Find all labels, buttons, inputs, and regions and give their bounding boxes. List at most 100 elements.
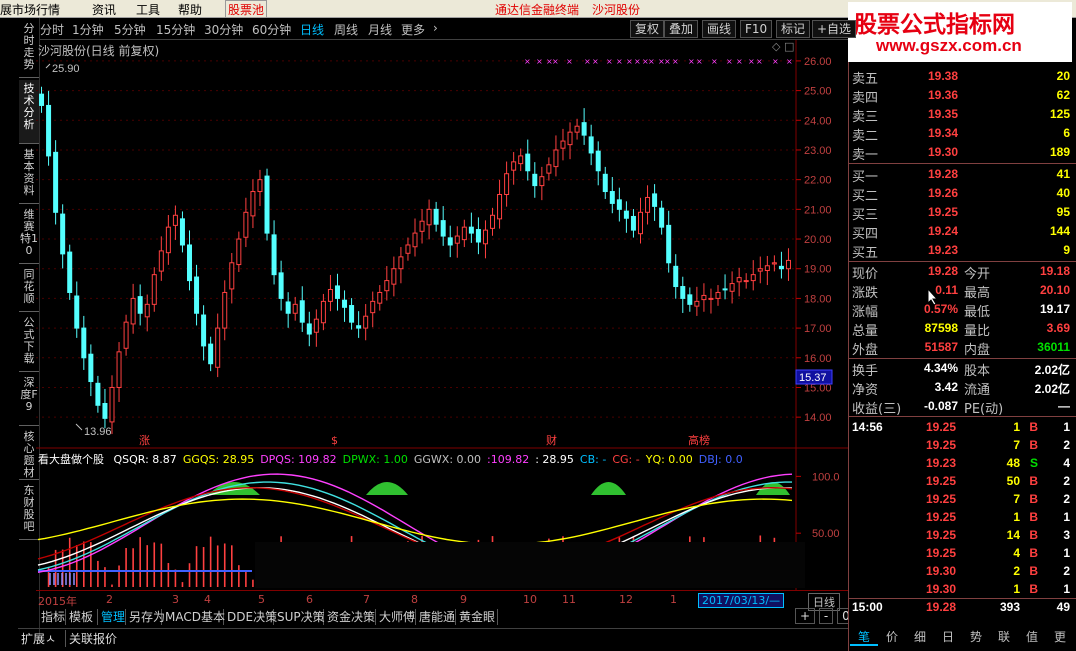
candle-body [659,207,665,228]
right-tab[interactable]: 联 [990,628,1018,646]
quote-label: 外盘 [852,343,879,358]
candle-body [419,220,425,232]
trade-direction: B [1029,474,1038,488]
right-tab[interactable]: 笔 [850,628,878,646]
right-tab[interactable]: 价 [878,628,906,646]
chevron-right-icon[interactable]: › [433,21,438,35]
right-tab[interactable]: 更 [1046,628,1074,646]
fundamental-value: 4.34% [923,361,958,375]
candle-body [532,173,538,187]
candle-body [95,382,101,406]
fundamental-value: 3.42 [934,380,958,394]
candle-body [715,291,721,299]
right-tab[interactable]: 日 [934,628,962,646]
bottom-tab[interactable]: 另存为 [126,609,165,625]
ask-row: 卖五 19.38 20 [850,68,1076,87]
fuquan-button[interactable]: 复权 [630,20,665,38]
candle-body [482,229,488,245]
menu-help[interactable]: 帮助 [178,1,202,18]
ask-row: 卖四 19.36 62 [850,87,1076,106]
mark-button[interactable]: 标记 [776,20,811,38]
draw-button[interactable]: 画线 [702,20,737,38]
trade-price: 19.28 [925,600,956,614]
bottom-tab[interactable]: 模板 [66,609,98,625]
candle-body [637,211,643,235]
candle-body [377,291,383,304]
bottom-tab[interactable]: 大师傅 [376,609,416,625]
bottom-tab[interactable]: SUP决策 [274,609,325,625]
menu-stock-pool[interactable]: 股票池 [225,0,268,19]
bottom-tab[interactable]: DDE决策 [224,609,277,625]
zoom-in-button[interactable]: + [795,608,816,624]
indicator-name[interactable]: 看大盘做个股 [38,453,104,466]
bottom-tab[interactable]: MACD基本 [162,609,225,625]
bid-label: 买五 [852,246,879,261]
quote-value: 19.28 [927,264,958,278]
time-axis-label: 5 [258,593,265,606]
signal-marker: × [592,57,599,66]
trade-time: 15:00 [852,600,883,614]
candle-body [201,314,207,347]
linked-quote-button[interactable]: 关联报价 [65,630,117,647]
bid-label: 买一 [852,170,879,185]
time-axis-label: 12 [619,593,633,606]
right-tab[interactable]: 值 [1018,628,1046,646]
trade-price: 19.25 [925,420,956,434]
signal-marker: × [536,57,543,66]
bottom-tab[interactable]: 指标 [38,609,66,625]
trade-count: 2 [1063,564,1070,578]
bid-label: 买四 [852,227,879,242]
period-week[interactable]: 周线 [334,21,358,38]
candle-body [567,131,573,146]
candle-body [236,238,242,266]
bottom-tab[interactable]: 黄金眼 [456,609,498,625]
quote-label: 今开 [964,267,991,282]
quote-value: 19.17 [1039,302,1070,316]
f10-button[interactable]: F10 [740,20,773,38]
bottom-tab[interactable]: 管理 [98,609,126,625]
menu-news[interactable]: 资讯 [92,1,116,18]
candle-body [525,153,531,172]
trade-row: 19.30 1 B 1 [850,581,1076,599]
period-1min[interactable]: 1分钟 [72,21,104,38]
ind-fill-zone [366,482,408,495]
signal-marker: × [772,57,779,66]
quote-label: 量比 [964,324,991,339]
bottom-tab[interactable]: 唐能通 [416,609,456,625]
main-chart[interactable]: 26.00 25.00 24.00 23.00 22.00 21.00 20.00 19.00… [36,40,848,610]
trade-direction: B [1029,582,1038,596]
signal-marker: × [672,57,679,66]
event-marker: 高榜 [688,433,710,447]
indicator-bar: 看大盘做个股 QSQR: 8.87 GGQS: 28.95 DPQS: 109.82… [38,451,743,467]
overlay-button[interactable]: 叠加 [664,20,699,38]
candle-body [433,208,439,225]
menu-tools[interactable]: 工具 [136,1,160,18]
y-tick-label: 14.00 [804,412,832,424]
time-axis-label: 9 [460,593,467,606]
right-tab[interactable]: 细 [906,628,934,646]
candle-body [356,325,362,329]
right-tab[interactable]: 势 [962,628,990,646]
signal-marker: × [664,57,671,66]
candle-body [609,191,615,204]
period-more[interactable]: 更多 [401,21,425,38]
event-marker: 财 [546,433,557,447]
expand-button[interactable]: 扩展ㅅ [21,630,56,647]
zoom-out-button[interactable]: - [818,608,834,624]
period-60min[interactable]: 60分钟 [252,21,291,38]
trade-row: 19.25 7 B 2 [850,437,1076,455]
candle-body [518,155,524,165]
period-tick[interactable]: 分时 [40,21,64,38]
period-15min[interactable]: 15分钟 [156,21,195,38]
period-month[interactable]: 月线 [368,21,392,38]
add-favorite-button[interactable]: +自选 [812,20,857,38]
bottom-tab[interactable]: 资金决策 [324,609,376,625]
menu-market[interactable]: 展市场行情 [0,1,60,18]
time-axis-label: 6 [306,593,313,606]
period-30min[interactable]: 30分钟 [204,21,243,38]
period-5min[interactable]: 5分钟 [114,21,146,38]
candle-body [405,244,411,254]
time-axis: 2015年 2 3 4 5 6 7 8 9 10 11 12 1 2017/03/13/— 日线 [36,590,848,611]
trade-count: 2 [1063,492,1070,506]
period-day[interactable]: 日线 [300,21,324,38]
